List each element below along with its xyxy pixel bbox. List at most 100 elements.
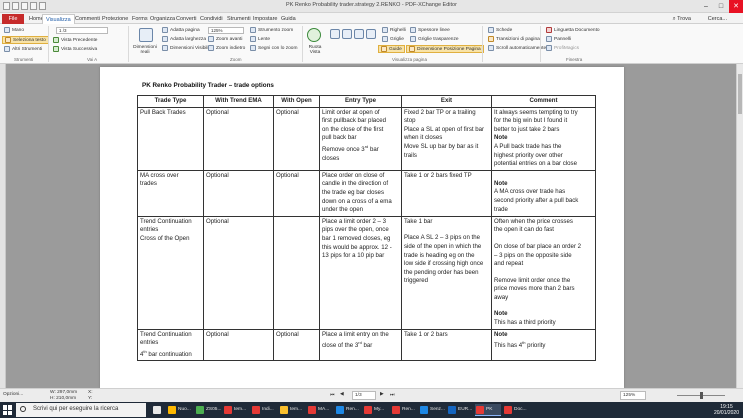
side-panel-strip[interactable] xyxy=(0,64,6,388)
system-clock[interactable]: 19:15 20/01/2020 xyxy=(714,404,739,416)
vertical-scrollbar[interactable] xyxy=(736,64,743,388)
cell-line: trails xyxy=(404,151,417,159)
last-page-icon[interactable]: ⏭ xyxy=(390,392,394,398)
tabs-label: Schede xyxy=(496,27,513,33)
grids-button[interactable]: Griglie xyxy=(382,36,404,42)
status-zoom-field[interactable]: 125% xyxy=(620,391,646,400)
search-field[interactable]: Cerca... xyxy=(708,14,727,24)
line-weight-button[interactable]: Spessore linee xyxy=(410,27,450,33)
previous-view-icon xyxy=(53,37,59,43)
next-page-icon[interactable]: ▶ xyxy=(380,392,384,397)
tab-file[interactable]: File xyxy=(2,14,24,24)
search-icon: ⌕ xyxy=(672,16,676,22)
minimize-icon[interactable]: – xyxy=(699,0,713,13)
cell-line: the trade eg bar closes xyxy=(322,188,384,196)
loupe-button[interactable]: Lente xyxy=(250,36,270,42)
page-field-value: 1 xyxy=(59,28,62,33)
tabs-button[interactable]: Schede xyxy=(488,27,512,33)
options-button[interactable]: Opzioni... xyxy=(3,392,23,397)
continuous-page-icon[interactable] xyxy=(342,29,352,39)
cell-line: Limit order at open of xyxy=(322,108,380,116)
zoom-level-field[interactable]: 125% xyxy=(208,27,244,34)
scrollbar-thumb[interactable] xyxy=(738,74,742,114)
cell-line: Cross of the Open xyxy=(140,234,190,242)
transparency-grid-button[interactable]: Griglie trasparenze xyxy=(410,36,459,42)
cell-line: trades xyxy=(140,180,157,188)
fit-visible-button[interactable]: Dimensioni Visibili xyxy=(162,45,209,51)
zoom-slider-handle[interactable] xyxy=(700,392,703,399)
cell-open xyxy=(273,215,320,330)
page-transitions-button[interactable]: Transizioni di pagina xyxy=(488,36,540,42)
tab-protection[interactable]: Protezione xyxy=(99,14,131,24)
fit-width-button[interactable]: Adatta larghezza xyxy=(162,36,206,42)
tab-view[interactable]: Visualizza xyxy=(42,14,75,24)
tab-settings[interactable]: Impostare xyxy=(250,14,280,24)
actual-size-button[interactable]: Dimensioni reali xyxy=(131,45,159,55)
tabs-icon xyxy=(488,27,494,33)
zoom-tool-button[interactable]: Strumento zoom xyxy=(250,27,293,33)
profile-button[interactable]: ProfiMagics xyxy=(546,45,579,51)
rotate-view-icon[interactable] xyxy=(307,28,321,42)
taskbar-app[interactable]: tem... xyxy=(223,404,249,416)
prev-page-icon[interactable]: ◀ xyxy=(340,392,344,397)
single-page-icon[interactable] xyxy=(330,29,340,39)
loupe-icon xyxy=(250,36,256,42)
page-width-readout: W: 297,0mm xyxy=(50,390,78,395)
maximize-icon[interactable]: □ xyxy=(714,0,728,13)
cell-ema: Optional xyxy=(203,328,274,362)
fit-visible-label: Dimensioni Visibili xyxy=(170,45,209,51)
taskbar-app[interactable]: Nuo... xyxy=(167,404,193,416)
taskbar-app[interactable] xyxy=(152,404,165,416)
tab-help[interactable]: Guida xyxy=(278,14,299,24)
guides-button[interactable]: Guide xyxy=(378,45,405,53)
taskbar-app[interactable]: EUR... xyxy=(447,404,473,416)
taskbar-search-box[interactable]: Scrivi qui per eseguire la ricerca xyxy=(16,403,146,417)
taskbar-app[interactable]: Ren... xyxy=(391,404,417,416)
hand-tool-button[interactable]: Mano xyxy=(4,27,24,33)
tab-convert[interactable]: Converti xyxy=(173,14,199,24)
taskbar-app[interactable]: PK R... xyxy=(475,404,501,416)
more-tools-label: Altri Strumenti xyxy=(12,46,43,52)
pdf-page[interactable]: PK Renko Probability Trader – trade opti… xyxy=(100,67,624,388)
panels-button[interactable]: Pannelli xyxy=(546,36,571,42)
taskbar-app[interactable]: My... xyxy=(363,404,389,416)
taskbar-app[interactable]: Ren... xyxy=(335,404,361,416)
facing-continuous-icon[interactable] xyxy=(366,29,376,39)
status-page-field[interactable]: 1/3 xyxy=(352,391,376,400)
panels-label: Pannelli xyxy=(554,36,572,42)
first-page-icon[interactable]: ⏮ xyxy=(330,392,334,398)
cell-line: This has a third priority xyxy=(494,319,556,327)
doc-tab-button[interactable]: Linguetta Documento xyxy=(546,27,600,33)
taskbar-app[interactable]: ZS05... xyxy=(195,404,221,416)
cell-line: Note xyxy=(494,134,508,142)
more-tools-button[interactable]: Altri Strumenti xyxy=(4,46,42,52)
tab-share[interactable]: Condividi xyxy=(197,14,226,24)
taskbar-app[interactable]: Senz... xyxy=(419,404,445,416)
windows-start-icon[interactable] xyxy=(3,405,13,415)
zoom-in-button[interactable]: Zoom avanti xyxy=(208,36,242,42)
page-position-button[interactable]: Dimensione Posizione Pagina xyxy=(406,45,484,53)
taskbar-app[interactable]: MA... xyxy=(307,404,333,416)
search-button[interactable]: ⌕ Trova xyxy=(673,14,691,24)
snapshot-zoom-button[interactable]: Segni con lo zoom xyxy=(250,45,297,51)
rotate-view-button[interactable]: Ruota Vista xyxy=(305,45,325,55)
zoom-out-button[interactable]: Zoom indietro xyxy=(208,45,245,51)
auto-scroll-button[interactable]: Scroll automaticamente xyxy=(488,45,546,51)
previous-view-button[interactable]: Vista Precedente xyxy=(53,37,97,43)
taskbar-app[interactable]: Indi... xyxy=(251,404,277,416)
cell-spacer xyxy=(404,226,489,234)
next-view-button[interactable]: Vista Successiva xyxy=(53,46,97,52)
cell-line: On close of bar place an order 2 xyxy=(494,242,582,250)
close-icon[interactable]: ✕ xyxy=(729,0,743,13)
document-workspace[interactable]: PK Renko Probability Trader – trade opti… xyxy=(0,64,743,388)
taskbar-app[interactable]: tem... xyxy=(279,404,305,416)
cell-line: Trend Continuation xyxy=(140,330,192,338)
rulers-button[interactable]: Righelli xyxy=(382,27,406,33)
page-number-field[interactable]: 1 /3 xyxy=(56,27,108,34)
select-text-button[interactable]: Seleziona testo xyxy=(2,36,49,44)
facing-page-icon[interactable] xyxy=(354,29,364,39)
taskbar-app[interactable]: Doc... xyxy=(503,404,529,416)
cell-line: the open it can do fast xyxy=(494,226,554,234)
fit-page-button[interactable]: Adatta pagina xyxy=(162,27,200,33)
actual-size-icon[interactable] xyxy=(139,28,153,42)
